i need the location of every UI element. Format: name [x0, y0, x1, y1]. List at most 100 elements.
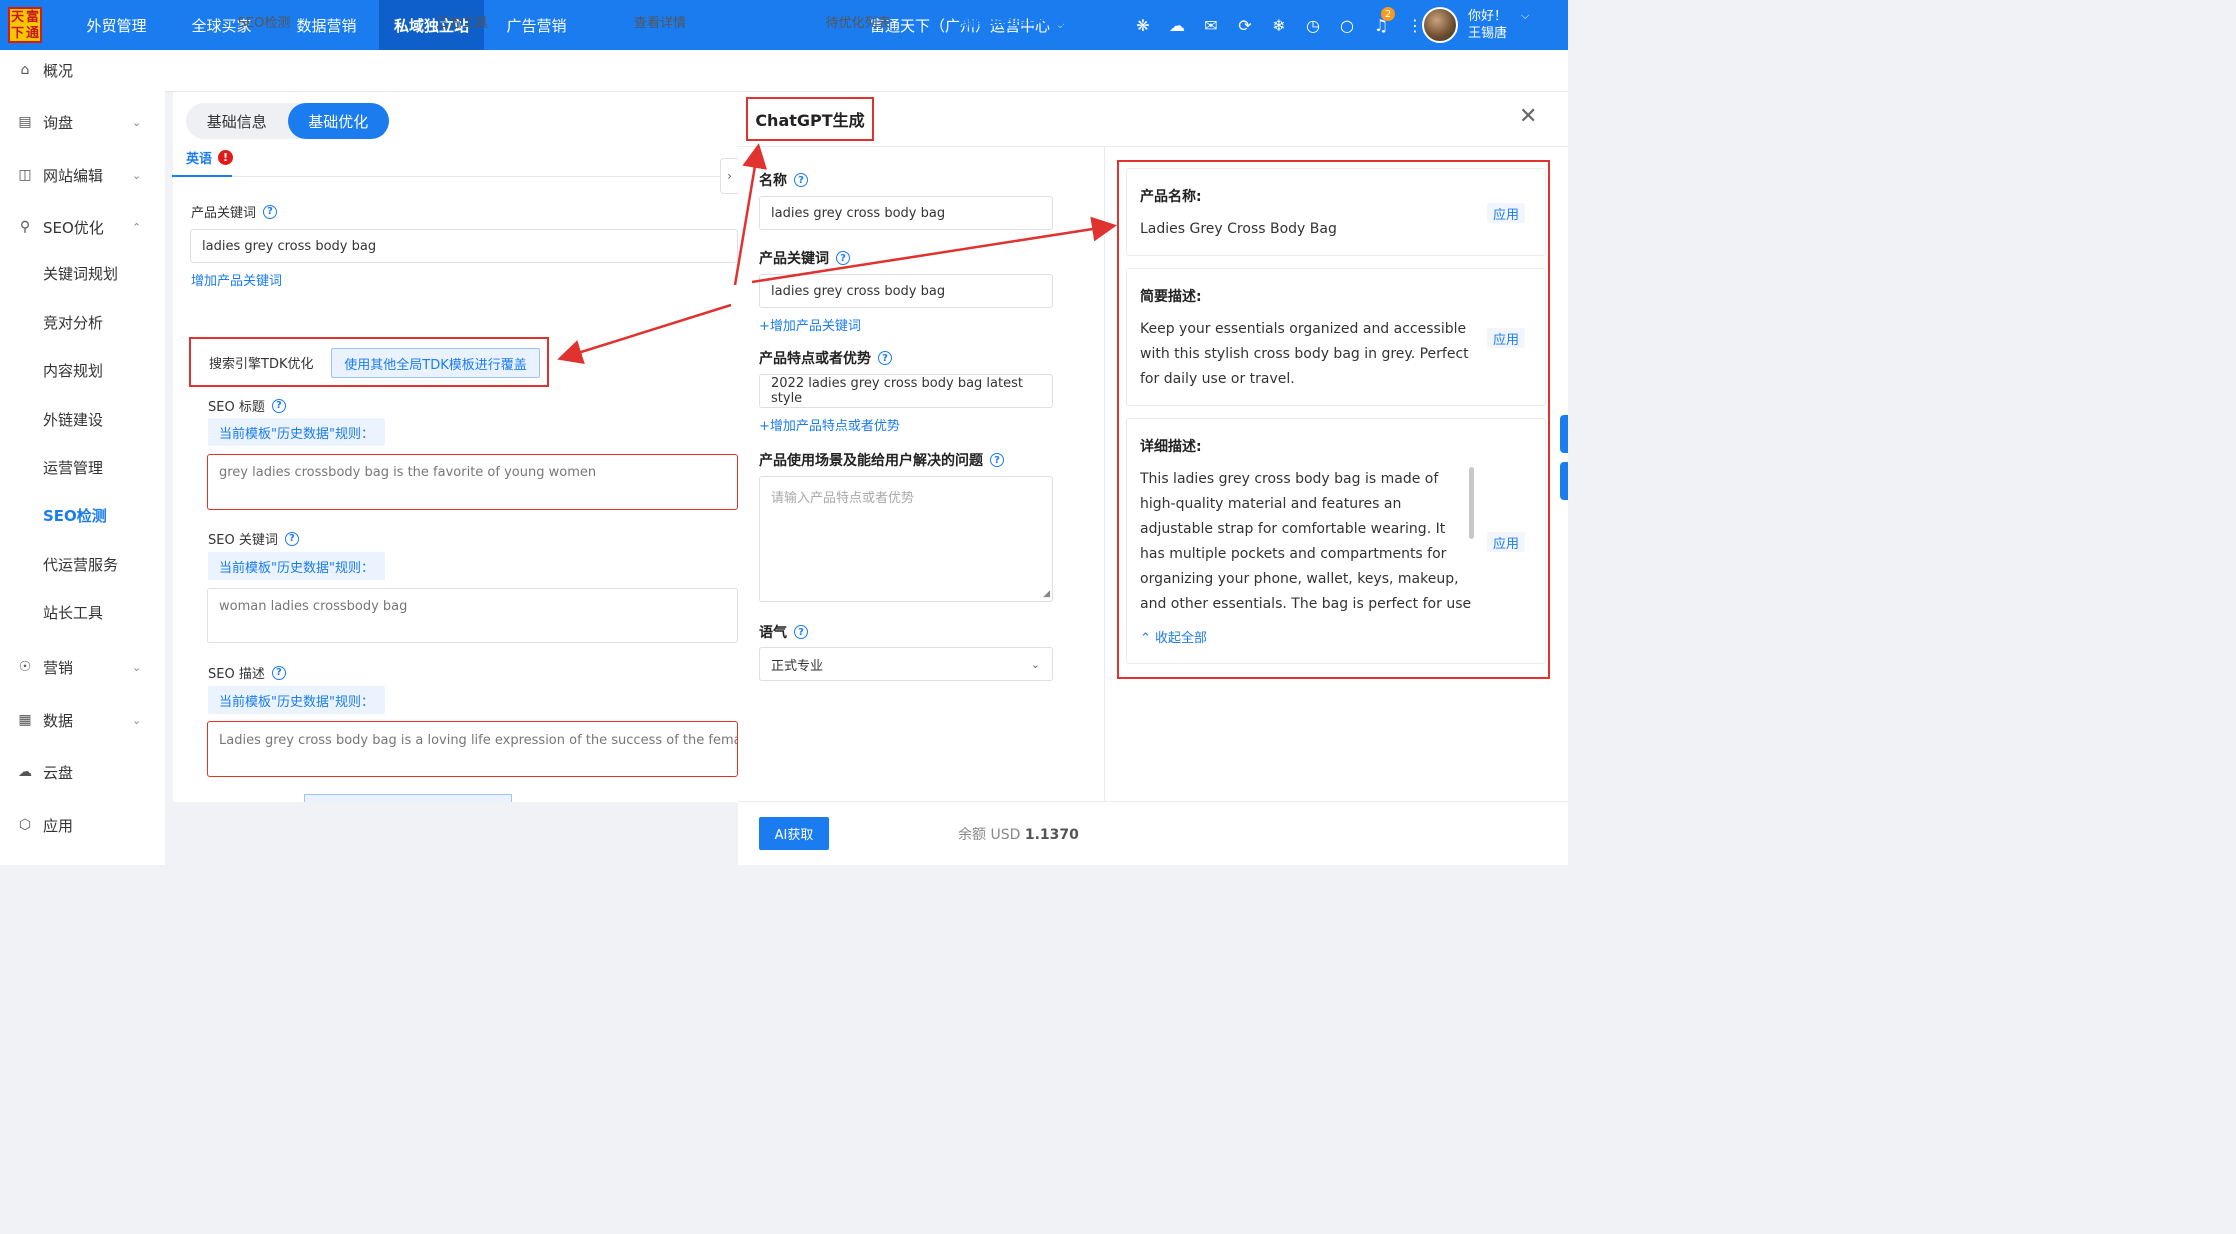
tab-edit-product[interactable]: 编辑 ladies grey cross ... ×: [957, 0, 1155, 42]
add-feature-link[interactable]: +增加产品特点或者优势: [759, 415, 900, 434]
sidebar-item-apps[interactable]: ⬡ 应用: [0, 805, 165, 845]
close-icon[interactable]: ✕: [1519, 106, 1537, 128]
notification-badge: 2: [1381, 7, 1395, 21]
partial-button[interactable]: [304, 794, 512, 802]
help-icon[interactable]: ?: [878, 351, 892, 365]
label-text: 产品关键词: [191, 206, 257, 221]
tab-bar: [165, 50, 1568, 92]
logo[interactable]: 天 富 下 通: [0, 0, 50, 50]
text-line: organizing your phone, wallet, keys, mak…: [1140, 571, 1459, 587]
marketing-icon: ☉: [18, 659, 32, 675]
feature-input[interactable]: 2022 ladies grey cross body bag latest s…: [759, 374, 1053, 408]
cloud-icon: ☁: [18, 764, 32, 780]
cloud-icon[interactable]: ☁: [1160, 0, 1194, 50]
nav-foreign-trade[interactable]: 外贸管理: [64, 0, 169, 50]
sidebar-item-agency[interactable]: 代运营服务: [0, 544, 165, 584]
sidebar-item-seo-check[interactable]: SEO检测: [0, 495, 165, 535]
side-tab[interactable]: [1560, 462, 1568, 500]
sidebar-item-competitor[interactable]: 竞对分析: [0, 302, 165, 342]
help-icon[interactable]: ?: [794, 625, 808, 639]
sidebar-item-overview[interactable]: ⌂ 概况: [0, 50, 165, 90]
user-menu[interactable]: 你好！ 王锡唐 ⌵: [1422, 0, 1529, 50]
sidebar-item-content-plan[interactable]: 内容规划: [0, 350, 165, 390]
text-line: and other essentials. The bag is perfect…: [1140, 596, 1472, 612]
tab-basic-optimization[interactable]: 基础优化: [287, 103, 389, 139]
sidebar-item-seo[interactable]: ⚲ SEO优化 ⌃: [0, 207, 165, 247]
add-product-keyword-link[interactable]: +增加产品关键词: [759, 315, 861, 334]
seo-keyword-field[interactable]: woman ladies crossbody bag: [207, 588, 738, 643]
tab-basic-info[interactable]: 基础信息: [186, 103, 288, 139]
help-icon[interactable]: ?: [284, 531, 299, 546]
product-keyword-input[interactable]: ladies grey cross body bag: [759, 274, 1053, 308]
active-tab-indicator: [172, 175, 232, 177]
apply-button[interactable]: 应用: [1487, 203, 1525, 223]
chevron-up-icon: ⌃: [1140, 631, 1151, 646]
leaf-icon[interactable]: ❄: [1262, 0, 1296, 50]
label-text: SEO 描述: [208, 667, 265, 682]
data-icon: ▦: [18, 712, 32, 728]
sidebar-item-operations[interactable]: 运营管理: [0, 447, 165, 487]
card-body: Keep your essentials organized and acces…: [1140, 317, 1485, 392]
sidebar-item-data[interactable]: ▦ 数据 ⌄: [0, 700, 165, 740]
ai-generate-button[interactable]: AI获取: [759, 817, 829, 850]
collapse-all-link[interactable]: ⌃ 收起全部: [1140, 627, 1207, 646]
help-icon[interactable]: ?: [271, 665, 286, 680]
add-keyword-link[interactable]: 增加产品关键词: [191, 270, 282, 289]
seo-title-label: SEO 标题?: [208, 396, 286, 415]
help-icon[interactable]: ?: [990, 453, 1004, 467]
tab-third-party[interactable]: 三方工具: [363, 0, 561, 42]
tone-select[interactable]: 正式专业 ⌄: [759, 647, 1053, 681]
mail-icon[interactable]: ✉: [1194, 0, 1228, 50]
tab-details[interactable]: 查看详情: [561, 0, 759, 42]
feature-label: 产品特点或者优势?: [759, 348, 892, 368]
side-tab[interactable]: [1560, 415, 1568, 453]
sidebar-item-label: 站长工具: [43, 603, 104, 622]
logo-char: 富: [25, 9, 39, 25]
chevron-down-icon: ⌄: [1030, 657, 1040, 671]
card-body: Ladies Grey Cross Body Bag: [1140, 221, 1337, 237]
sidebar-item-inquiry[interactable]: ▤ 询盘 ⌄: [0, 102, 165, 142]
home-icon: ⌂: [20, 62, 30, 78]
sidebar-item-marketing[interactable]: ☉ 营销 ⌄: [0, 647, 165, 687]
keyword-input[interactable]: ladies grey cross body bag: [190, 229, 738, 263]
sidebar-item-label: 数据: [43, 711, 74, 730]
tdk-template-button[interactable]: 使用其他全局TDK模板进行覆盖: [331, 348, 540, 378]
chevron-right-icon[interactable]: ›: [720, 158, 738, 194]
scene-label: 产品使用场景及能给用户解决的问题?: [759, 450, 1004, 470]
apply-button[interactable]: 应用: [1487, 328, 1525, 348]
bell-icon[interactable]: ♫ 2: [1364, 0, 1398, 50]
sidebar-item-site-edit[interactable]: ◫ 网站编辑 ⌄: [0, 155, 165, 195]
tab-pending-list[interactable]: 待优化列表: [759, 0, 957, 42]
help-icon[interactable]: ?: [836, 251, 850, 265]
chat-icon[interactable]: ○: [1330, 0, 1364, 50]
sidebar-item-cloud[interactable]: ☁ 云盘: [0, 752, 165, 792]
sidebar-item-keyword-plan[interactable]: 关键词规划: [0, 253, 165, 293]
help-icon[interactable]: ?: [263, 204, 278, 219]
logo-char: 下: [10, 25, 24, 41]
language-tab[interactable]: 英语!: [186, 148, 234, 167]
apply-button[interactable]: 应用: [1487, 532, 1525, 552]
chevron-down-icon: ⌄: [132, 660, 142, 674]
sidebar-item-backlinks[interactable]: 外链建设: [0, 399, 165, 439]
refresh-icon[interactable]: ⟳: [1228, 0, 1262, 50]
help-icon[interactable]: ?: [271, 398, 286, 413]
clock-icon[interactable]: ◷: [1296, 0, 1330, 50]
tab-seo-check[interactable]: SEO检测: [165, 0, 363, 42]
tdk-label: 搜索引擎TDK优化: [209, 356, 314, 372]
label-text: 产品使用场景及能给用户解决的问题: [759, 453, 983, 469]
resize-handle-icon[interactable]: ◢: [1043, 589, 1050, 599]
chevron-down-icon: ⌄: [132, 168, 142, 182]
balance-label: 余额 USD: [958, 827, 1021, 843]
name-input[interactable]: ladies grey cross body bag: [759, 196, 1053, 230]
text-line: Keep your essentials organized and acces…: [1140, 321, 1467, 337]
tone-label: 语气?: [759, 622, 808, 642]
scrollbar[interactable]: [1469, 467, 1474, 539]
text-line: for daily use or travel.: [1140, 371, 1295, 387]
close-icon[interactable]: ×: [1141, 13, 1151, 27]
seo-description-field[interactable]: Ladies grey cross body bag is a loving l…: [207, 721, 738, 777]
seo-title-field[interactable]: grey ladies crossbody bag is the favorit…: [207, 454, 738, 510]
help-icon[interactable]: ?: [794, 173, 808, 187]
scene-textarea[interactable]: 请输入产品特点或者优势 ◢: [759, 476, 1053, 602]
result-card-name: 产品名称: Ladies Grey Cross Body Bag 应用: [1126, 168, 1546, 256]
sidebar-item-webmaster[interactable]: 站长工具: [0, 592, 165, 632]
